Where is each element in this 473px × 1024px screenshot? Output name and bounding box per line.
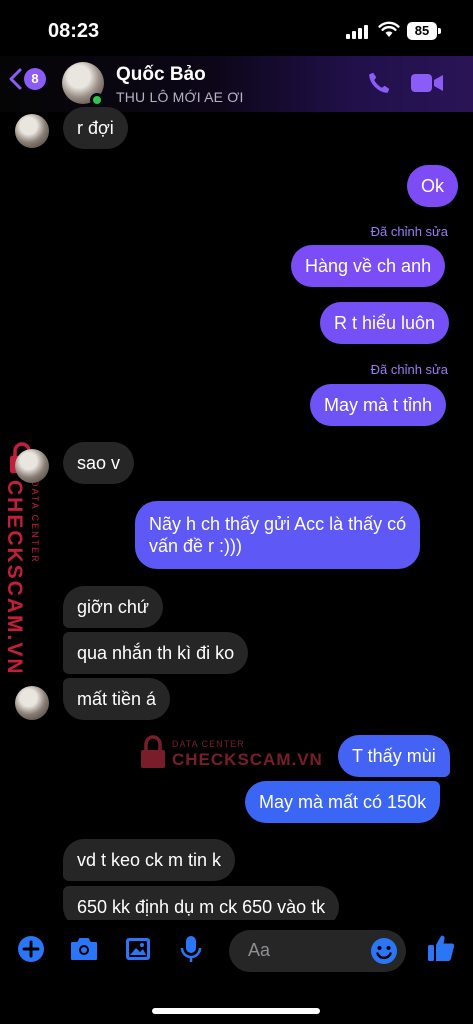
message-bubble-outgoing[interactable]: T thấy mùi [338,735,450,777]
contact-name[interactable]: Quốc Bảo [116,64,206,86]
battery-indicator: 85 [407,22,437,40]
message-text-line: Nãy h ch thấy gửi Acc là thấy có [149,513,407,534]
watermark-tagline: DATA CENTER [30,480,40,564]
sender-avatar[interactable] [15,449,49,483]
message-bubble-outgoing[interactable]: R t hiểu luôn [320,302,450,344]
video-call-icon[interactable] [410,72,444,94]
status-bar: 08:23 85 [0,0,473,58]
edited-label: Đã chỉnh sửa [370,362,448,377]
message-bubble-incoming[interactable]: qua nhắn th kì đi ko [63,632,249,674]
online-status-dot [90,93,104,107]
gallery-icon[interactable] [123,934,153,964]
thumbs-up-icon[interactable] [425,932,457,964]
message-bubble-outgoing[interactable]: May mà mất có 150k [245,781,441,823]
message-bubble-outgoing[interactable]: May mà t tỉnh [310,384,447,426]
message-composer: Aa [0,920,473,1024]
message-bubble-incoming[interactable]: sao v [63,442,135,484]
cellular-signal-icon [346,25,368,39]
sender-avatar[interactable] [15,114,49,148]
contact-status: THU LÔ MỚI AE ƠI [116,89,244,105]
phone-call-icon[interactable] [366,70,392,96]
watermark-center: DATA CENTER CHECKSCAM.VN [140,735,322,775]
watermark-brand: CHECKSCAM.VN [172,750,323,769]
camera-icon[interactable] [69,934,99,964]
message-input-placeholder: Aa [248,940,271,960]
microphone-icon[interactable] [176,934,206,964]
message-bubble-incoming[interactable]: mất tiền á [63,678,171,720]
plus-icon[interactable] [16,934,46,964]
chat-header: 8 Quốc Bảo THU LÔ MỚI AE ƠI [0,56,473,112]
emoji-icon[interactable] [369,936,399,966]
watermark-tagline: DATA CENTER [172,739,245,749]
home-indicator [152,1008,320,1014]
message-bubble-incoming[interactable]: giỡn chứ [63,586,163,628]
message-input[interactable]: Aa [229,930,406,972]
message-text-line: vấn đề r :))) [149,536,243,556]
battery-tip [438,28,441,34]
chevron-left-icon [9,68,22,90]
message-bubble-outgoing[interactable]: Nãy h ch thấy gửi Acc là thấy có vấn đề … [135,501,421,569]
watermark-lock-icon [141,735,165,768]
message-bubble-outgoing[interactable]: Hàng về ch anh [291,245,446,287]
message-bubble-incoming[interactable]: vd t keo ck m tin k [63,839,236,881]
sender-avatar[interactable] [15,686,49,720]
wifi-icon [378,21,400,37]
back-button[interactable]: 8 [8,68,46,90]
message-bubble-outgoing[interactable]: Ok [407,165,459,207]
edited-label: Đã chỉnh sửa [370,224,448,239]
status-time: 08:23 [48,20,100,42]
message-bubble-incoming[interactable]: r đợi [63,107,128,149]
unread-count-badge: 8 [24,68,46,90]
watermark-brand: CHECKSCAM.VN [3,480,26,676]
